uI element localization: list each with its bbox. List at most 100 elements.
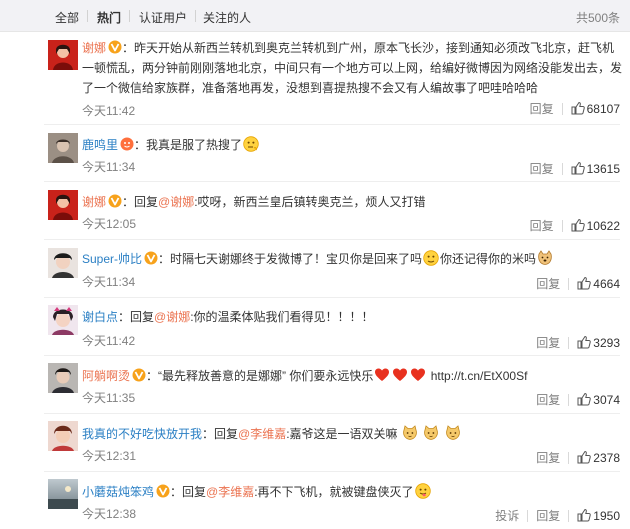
divider <box>44 181 620 182</box>
comment-body: 我真的不好吃快放开我：回复@李维嘉:嘉爷这是一语双关嘛 <box>82 424 622 444</box>
tab-divider <box>195 10 196 22</box>
avatar[interactable] <box>48 479 78 509</box>
divider <box>44 355 620 356</box>
username-link[interactable]: 谢白点 <box>82 310 118 324</box>
reply-button[interactable]: 回复 <box>536 334 560 351</box>
reply-button[interactable]: 回复 <box>536 275 560 292</box>
username-link[interactable]: 阿躺啊烫 <box>82 369 130 383</box>
tab-divider <box>129 10 130 22</box>
action-divider <box>561 162 563 175</box>
action-divider <box>568 277 570 290</box>
action-divider <box>568 451 570 464</box>
avatar[interactable] <box>48 190 78 220</box>
username-link[interactable]: 谢娜 <box>82 195 106 209</box>
verified-badge-icon <box>108 40 122 54</box>
thumbs-up-icon <box>577 450 591 464</box>
report-button[interactable]: 投诉 <box>495 507 519 524</box>
comment-actions: 回复 3293 <box>536 334 620 351</box>
comment-time: 今天11:34 <box>82 275 136 289</box>
username-link[interactable]: 我真的不好吃快放开我 <box>82 427 202 441</box>
reply-prefix: ：回复 <box>118 310 155 324</box>
comment-text: ：我真是服了热搜了 <box>134 138 243 152</box>
avatar[interactable] <box>48 248 78 278</box>
comment-actions: 回复 4664 <box>536 275 620 292</box>
comment-time: 今天12:31 <box>82 449 137 463</box>
like-button[interactable]: 3293 <box>577 335 620 350</box>
like-button[interactable]: 68107 <box>571 101 620 116</box>
comment-body: 阿躺啊烫 ：“最先释放善意的是娜娜” 你们要永远快乐 http://t.cn/Et… <box>82 366 622 386</box>
like-button[interactable]: 2378 <box>577 450 620 465</box>
cat-emoji-icon <box>445 425 461 441</box>
username-link[interactable]: Super-帅比 <box>82 252 142 266</box>
like-count: 1950 <box>593 509 620 523</box>
action-divider <box>568 509 570 522</box>
reply-button[interactable]: 回复 <box>530 160 554 177</box>
like-button[interactable]: 10622 <box>571 218 620 233</box>
comment-time: 今天11:42 <box>82 104 136 118</box>
mention-link[interactable]: @谢娜 <box>154 310 190 324</box>
username-link[interactable]: 小蘑菇炖笨鸡 <box>82 485 154 499</box>
verified-badge-icon <box>108 194 122 208</box>
avatar[interactable] <box>48 133 78 163</box>
like-count: 10622 <box>586 219 620 233</box>
avatar[interactable] <box>48 421 78 451</box>
action-divider <box>568 336 570 349</box>
verified-badge-icon <box>144 251 158 265</box>
reply-button[interactable]: 回复 <box>536 391 560 408</box>
heart-icon <box>410 367 426 383</box>
username-link[interactable]: 鹿鸣里 <box>82 138 118 152</box>
comment-text-continued: 你还记得你的米吗 <box>440 252 537 266</box>
comment-body: Super-帅比 ：时隔七天谢娜终于发微博了！宝贝你是回来了吗 你还记得你的米吗 <box>82 249 622 269</box>
comment-body: 小蘑菇炖笨鸡 ：回复@李维嘉:再不下飞机，就被键盘侠灭了 <box>82 482 622 502</box>
like-count: 68107 <box>586 102 620 116</box>
mention-link[interactable]: @李维嘉 <box>206 485 254 499</box>
comment-text: :你的温柔体贴我们看得见！！！！ <box>190 310 374 324</box>
thumbs-up-icon <box>577 508 591 522</box>
cat-emoji-icon <box>402 425 418 441</box>
reply-prefix: ：回复 <box>170 485 207 499</box>
tab-hot[interactable]: 热门 <box>97 9 121 26</box>
comment-body: 鹿鸣里 ：我真是服了热搜了 <box>82 135 622 155</box>
mention-link[interactable]: @谢娜 <box>158 195 194 209</box>
comment-actions: 回复 2378 <box>536 449 620 466</box>
reply-button[interactable]: 回复 <box>530 100 554 117</box>
like-button[interactable]: 3074 <box>577 392 620 407</box>
comment-actions: 回复 13615 <box>530 160 620 177</box>
short-url-link[interactable]: http://t.cn/EtX00Sf <box>431 369 528 383</box>
reply-button[interactable]: 回复 <box>536 507 560 524</box>
action-divider <box>561 102 563 115</box>
verified-badge-icon <box>132 368 146 382</box>
avatar[interactable] <box>48 363 78 393</box>
thumbs-up-icon <box>571 161 585 175</box>
comment-text: :嘉爷这是一语双关嘛 <box>286 427 398 441</box>
like-count: 13615 <box>586 162 620 176</box>
username-link[interactable]: 谢娜 <box>82 41 106 55</box>
comment-actions: 回复 3074 <box>536 391 620 408</box>
avatar[interactable] <box>48 40 78 70</box>
comment-text: :再不下飞机，就被键盘侠灭了 <box>254 485 414 499</box>
reply-button[interactable]: 回复 <box>530 217 554 234</box>
tab-divider <box>87 10 88 22</box>
divider <box>44 124 620 125</box>
reply-button[interactable]: 回复 <box>536 449 560 466</box>
like-count: 3293 <box>593 336 620 350</box>
tab-verified-users[interactable]: 认证用户 <box>139 9 187 26</box>
like-button[interactable]: 1950 <box>577 508 620 523</box>
comment-body: 谢娜 ：回复@谢娜:哎呀，新西兰皇后镇转奥克兰，烦人又打错 <box>82 192 622 212</box>
thumbs-up-icon <box>571 218 585 232</box>
comment-actions: 回复 10622 <box>530 217 620 234</box>
like-button[interactable]: 13615 <box>571 161 620 176</box>
tongue-emoji-icon <box>415 483 431 499</box>
tab-following[interactable]: 关注的人 <box>203 9 251 26</box>
wink-emoji-icon <box>423 250 439 266</box>
like-button[interactable]: 4664 <box>577 276 620 291</box>
action-divider <box>568 393 570 406</box>
comment-text: ：“最先释放善意的是娜娜” 你们要永远快乐 <box>146 369 374 383</box>
comment-actions: 回复 68107 <box>530 100 620 117</box>
action-divider <box>561 219 563 232</box>
comment-text: ：昨天开始从新西兰转机到奥克兰转机到广州，原本飞长沙，接到通知必须改飞北京，赶飞… <box>82 41 623 95</box>
thumbs-up-icon <box>577 335 591 349</box>
tab-all[interactable]: 全部 <box>55 9 79 26</box>
mention-link[interactable]: @李维嘉 <box>238 427 286 441</box>
avatar[interactable] <box>48 305 78 335</box>
